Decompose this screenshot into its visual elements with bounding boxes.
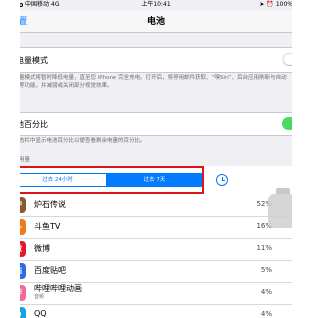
content-area: 中国移动 4G 上午10:41 ➤ ⏰ 100% ‹ 设置 电池 低电量模式 bbox=[0, 0, 312, 318]
battery-settings-screen: 中国移动 4G 上午10:41 ➤ ⏰ 100% ‹ 设置 电池 低电量模式 bbox=[0, 0, 312, 318]
app-name: 百度贴吧 bbox=[34, 266, 66, 275]
right-margin bbox=[292, 0, 312, 318]
highlight-annotation-box bbox=[1, 166, 204, 194]
app-row[interactable]: 炉 炉石传说 52% bbox=[0, 194, 312, 217]
app-row[interactable]: 贴 百度贴吧 5% bbox=[0, 260, 312, 283]
status-bar: 中国移动 4G 上午10:41 ➤ ⏰ 100% bbox=[0, 0, 312, 10]
low-power-row: 低电量模式 bbox=[0, 47, 312, 73]
app-percent: 5% bbox=[260, 266, 272, 274]
app-subtitle: 音频 bbox=[34, 294, 45, 300]
battery-percent: 100% bbox=[275, 1, 293, 8]
clock-icon[interactable] bbox=[216, 174, 228, 186]
app-percent: 4% bbox=[260, 310, 272, 318]
location-icon: ➤ bbox=[259, 1, 265, 8]
app-name: 炉石传说 bbox=[34, 200, 66, 209]
app-row[interactable]: Q QQ 4% bbox=[0, 304, 312, 318]
app-row[interactable]: 斗 斗鱼TV 16% bbox=[0, 216, 312, 239]
app-usage-list: 炉 炉石传说 52% 斗 斗鱼TV 16% 微 微博 11% 贴 百度贴吧 5%… bbox=[0, 194, 312, 318]
left-margin bbox=[0, 0, 20, 318]
app-percent: 11% bbox=[256, 244, 272, 252]
alarm-icon: ⏰ bbox=[266, 1, 274, 8]
page-title: 电池 bbox=[146, 17, 165, 27]
app-row[interactable]: 哔 哔哩哔哩动画 音频 4% bbox=[0, 282, 312, 305]
app-name: 微博 bbox=[34, 244, 50, 253]
battery-percentage-row: 电池百分比 bbox=[0, 112, 312, 136]
app-name: QQ bbox=[34, 309, 47, 318]
low-power-description: 低电量模式将暂时降低电量，直至您 iPhone 完全充电。打开后，将停用邮件获取… bbox=[8, 75, 287, 89]
navigation-bar: ‹ 设置 电池 bbox=[0, 10, 312, 33]
app-percent: 4% bbox=[260, 288, 272, 296]
app-name: 斗鱼TV bbox=[34, 222, 61, 231]
battery-percentage-description: 在状态栏中显示电池百分比以便查看剩余电量的百分比。 bbox=[8, 138, 146, 144]
app-row[interactable]: 微 微博 11% bbox=[0, 238, 312, 261]
